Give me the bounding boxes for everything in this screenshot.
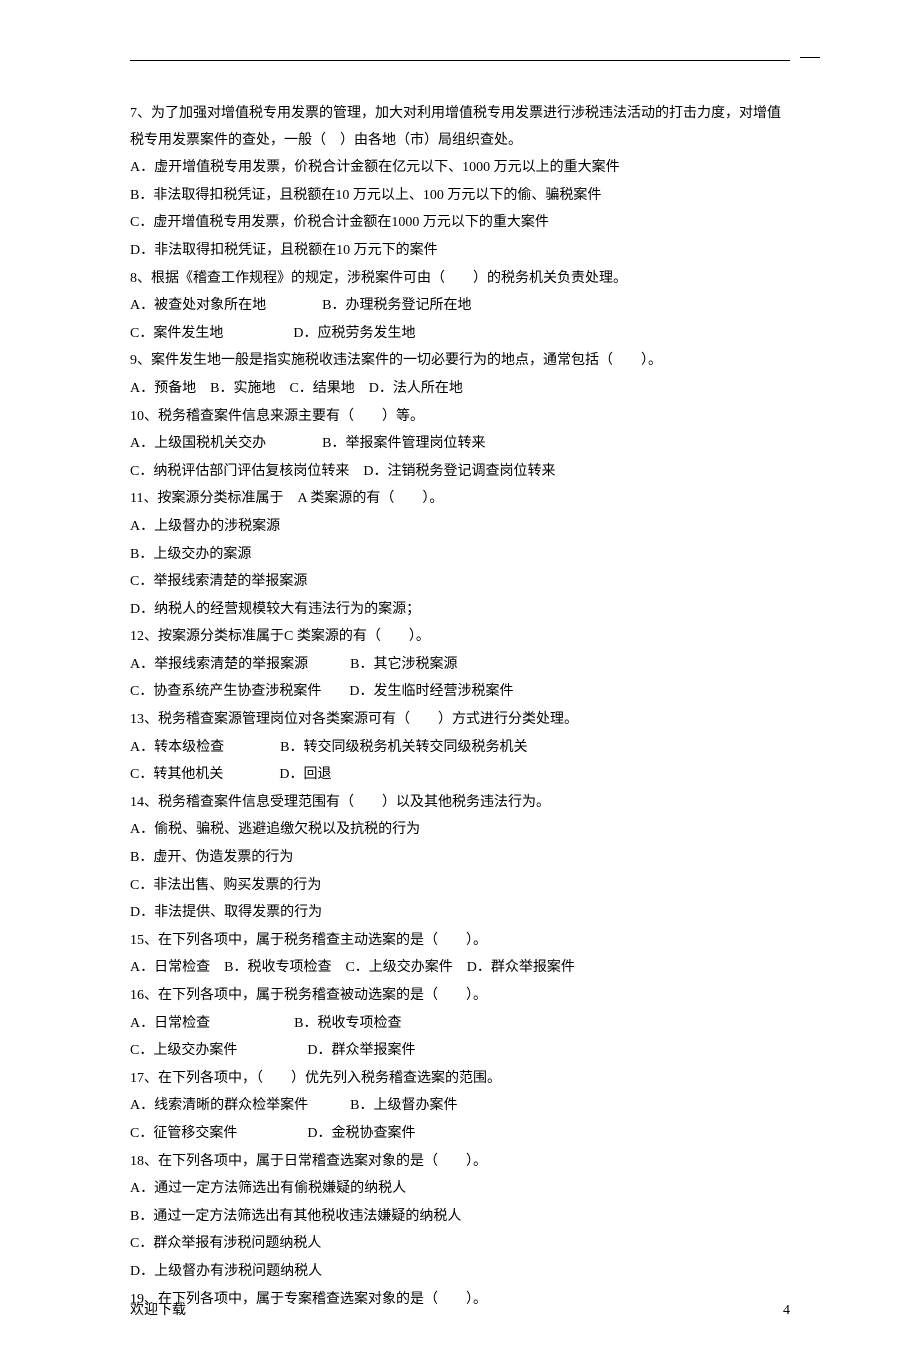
question-option: D．纳税人的经营规模较大有违法行为的案源； <box>130 597 790 624</box>
question-stem: 10、税务稽查案件信息来源主要有（ ）等。 <box>130 404 790 431</box>
question-option: C．案件发生地 D．应税劳务发生地 <box>130 321 790 348</box>
header-rule <box>130 60 790 61</box>
question-stem: 15、在下列各项中，属于税务稽查主动选案的是（ ）。 <box>130 928 790 955</box>
question-option: B．非法取得扣税凭证，且税额在10 万元以上、100 万元以下的偷、骗税案件 <box>130 183 790 210</box>
question-option: A．转本级检查 B．转交同级税务机关转交同级税务机关 <box>130 735 790 762</box>
question-option: D．非法取得扣税凭证，且税额在10 万元下的案件 <box>130 238 790 265</box>
question-list: 7、为了加强对增值税专用发票的管理，加大对利用增值税专用发票进行涉税违法活动的打… <box>130 101 790 1313</box>
question-option: C．纳税评估部门评估复核岗位转来 D．注销税务登记调查岗位转来 <box>130 459 790 486</box>
question-option: C．协查系统产生协查涉税案件 D．发生临时经营涉税案件 <box>130 679 790 706</box>
question-stem: 13、税务稽查案源管理岗位对各类案源可有（ ）方式进行分类处理。 <box>130 707 790 734</box>
question-option: A．上级督办的涉税案源 <box>130 514 790 541</box>
question-option: A．偷税、骗税、逃避追缴欠税以及抗税的行为 <box>130 817 790 844</box>
question-option: A．上级国税机关交办 B．举报案件管理岗位转来 <box>130 431 790 458</box>
question-option: B．上级交办的案源 <box>130 542 790 569</box>
question-option: C．虚开增值税专用发票，价税合计金额在1000 万元以下的重大案件 <box>130 210 790 237</box>
question-option: C．举报线索清楚的举报案源 <box>130 569 790 596</box>
question-stem: 8、根据《稽查工作规程》的规定，涉税案件可由（ ）的税务机关负责处理。 <box>130 266 790 293</box>
question-stem: 18、在下列各项中，属于日常稽查选案对象的是（ ）。 <box>130 1149 790 1176</box>
question-option: D．上级督办有涉税问题纳税人 <box>130 1259 790 1286</box>
question-stem: 9、案件发生地一般是指实施税收违法案件的一切必要行为的地点，通常包括（ ）。 <box>130 348 790 375</box>
question-stem: 12、按案源分类标准属于C 类案源的有（ ）。 <box>130 624 790 651</box>
question-stem: 17、在下列各项中，（ ）优先列入税务稽查选案的范围。 <box>130 1066 790 1093</box>
question-stem: 7、为了加强对增值税专用发票的管理，加大对利用增值税专用发票进行涉税违法活动的打… <box>130 101 790 154</box>
question-stem: 11、按案源分类标准属于 A 类案源的有（ ）。 <box>130 486 790 513</box>
question-stem: 16、在下列各项中，属于税务稽查被动选案的是（ ）。 <box>130 983 790 1010</box>
question-option: C．非法出售、购买发票的行为 <box>130 873 790 900</box>
question-option: C．群众举报有涉税问题纳税人 <box>130 1231 790 1258</box>
question-option: A．被查处对象所在地 B．办理税务登记所在地 <box>130 293 790 320</box>
question-option: B．通过一定方法筛选出有其他税收违法嫌疑的纳税人 <box>130 1204 790 1231</box>
question-option: A．线索清晰的群众检举案件 B．上级督办案件 <box>130 1093 790 1120</box>
question-option: C．转其他机关 D．回退 <box>130 762 790 789</box>
question-option: A．通过一定方法筛选出有偷税嫌疑的纳税人 <box>130 1176 790 1203</box>
question-option: A．举报线索清楚的举报案源 B．其它涉税案源 <box>130 652 790 679</box>
question-option: D．非法提供、取得发票的行为 <box>130 900 790 927</box>
question-option: A．虚开增值税专用发票，价税合计金额在亿元以下、1000 万元以上的重大案件 <box>130 155 790 182</box>
question-option: A．预备地 B．实施地 C．结果地 D．法人所在地 <box>130 376 790 403</box>
question-option: A．日常检查 B．税收专项检查 <box>130 1011 790 1038</box>
question-option: A．日常检查 B．税收专项检查 C．上级交办案件 D．群众举报案件 <box>130 955 790 982</box>
question-option: C．征管移交案件 D．金税协查案件 <box>130 1121 790 1148</box>
question-stem: 14、税务稽查案件信息受理范围有（ ）以及其他税务违法行为。 <box>130 790 790 817</box>
question-option: C．上级交办案件 D．群众举报案件 <box>130 1038 790 1065</box>
question-option: B．虚开、伪造发票的行为 <box>130 845 790 872</box>
